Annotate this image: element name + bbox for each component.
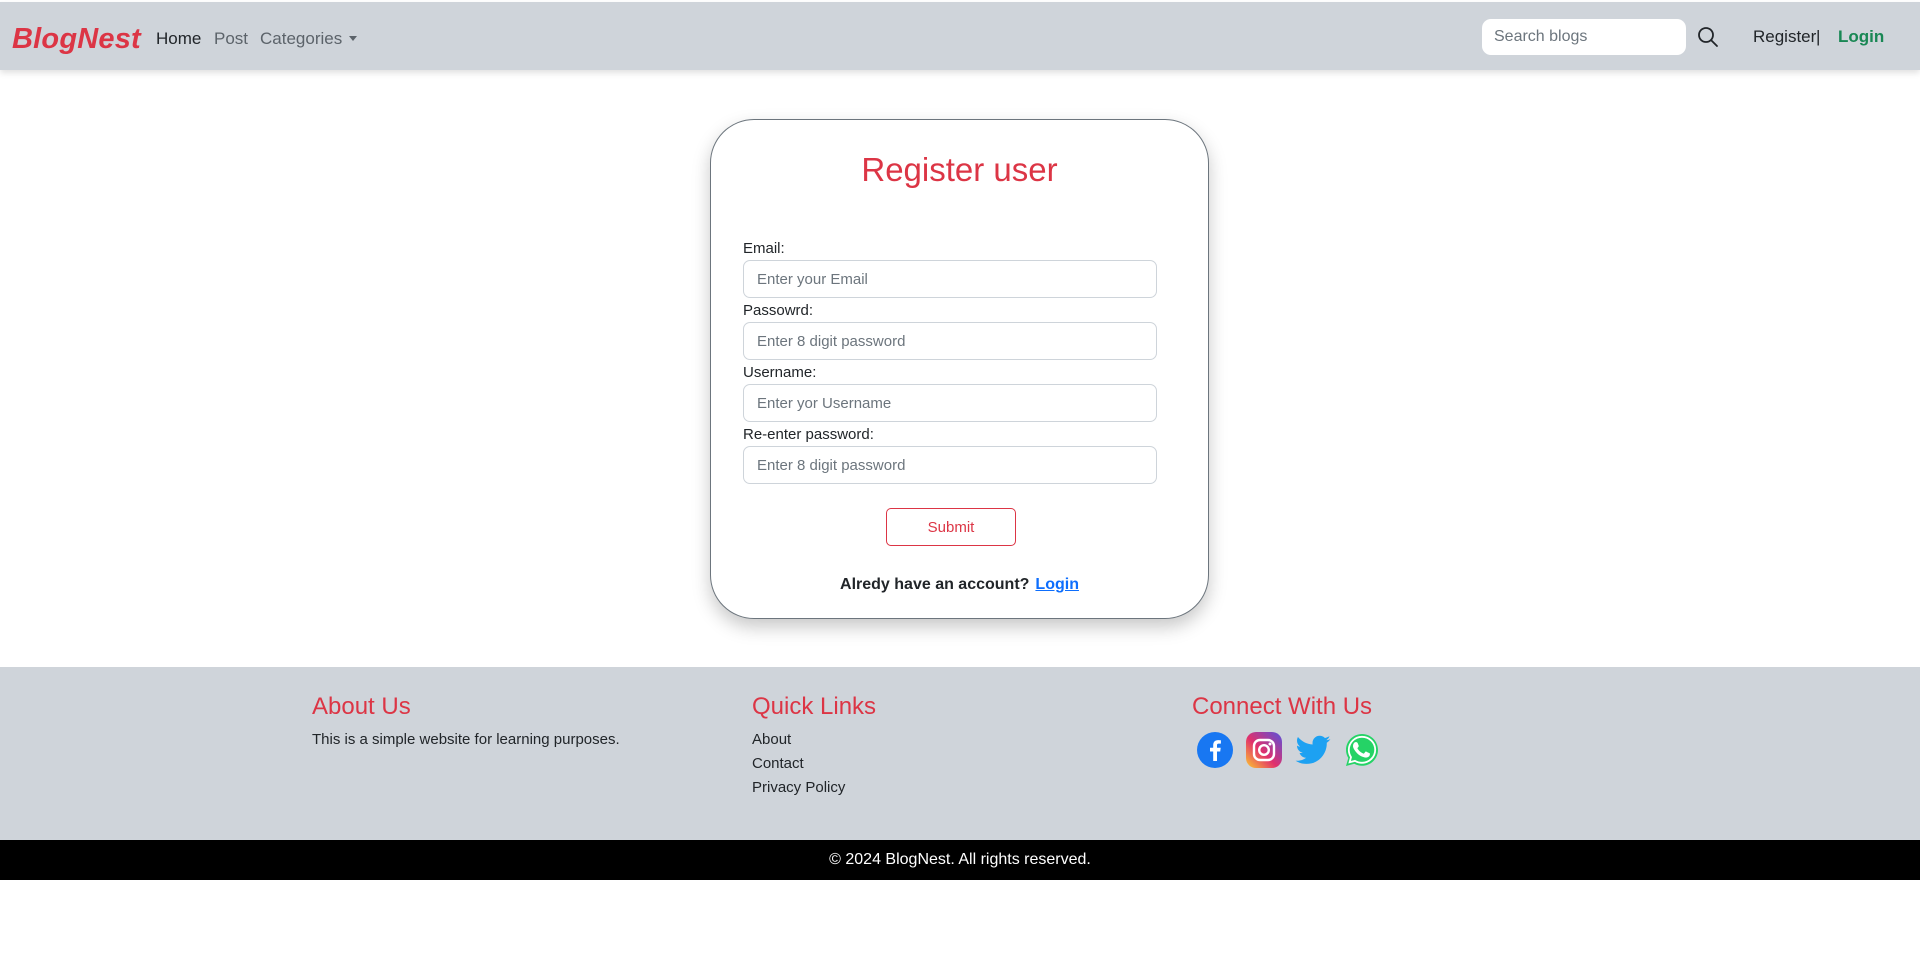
footer-link-privacy[interactable]: Privacy Policy: [752, 779, 845, 797]
about-text: This is a simple website for learning pu…: [312, 731, 620, 748]
account-prompt-text: Alredy have an account?: [840, 576, 1030, 593]
nav-link-categories-label: Categories: [260, 29, 343, 48]
nav-link-post[interactable]: Post: [214, 29, 248, 49]
account-prompt-line: Alredy have an account? Login: [711, 575, 1208, 595]
twitter-icon[interactable]: [1294, 731, 1332, 769]
nav-separator: |: [1816, 27, 1821, 46]
confirm-password-field[interactable]: [743, 446, 1157, 484]
password-field[interactable]: [743, 322, 1157, 360]
login-link-form[interactable]: Login: [1035, 576, 1079, 593]
page-title: Register user: [861, 151, 1058, 188]
navbar: BlogNest Home Post Categories Register |…: [0, 2, 1920, 70]
register-link[interactable]: Register: [1753, 27, 1816, 47]
about-heading: About Us: [312, 693, 411, 720]
login-link[interactable]: Login: [1838, 27, 1884, 47]
caret-down-icon: [349, 36, 358, 41]
username-field[interactable]: [743, 384, 1157, 422]
brand-logo[interactable]: BlogNest: [12, 22, 141, 56]
password-label: Passowrd:: [743, 302, 814, 319]
copyright-bar: © 2024 BlogNest. All rights reserved.: [0, 840, 1920, 880]
confirm-password-label: Re-enter password:: [743, 426, 874, 443]
search-input[interactable]: [1482, 19, 1686, 55]
quick-links-heading: Quick Links: [752, 693, 877, 720]
username-label: Username:: [743, 364, 817, 381]
whatsapp-icon[interactable]: [1343, 731, 1381, 769]
email-label: Email:: [743, 240, 785, 257]
email-field[interactable]: [743, 260, 1157, 298]
footer: About Us This is a simple website for le…: [0, 667, 1920, 840]
search-icon[interactable]: [1697, 26, 1719, 48]
nav-link-categories[interactable]: Categories: [260, 29, 358, 49]
register-card: Register user Email: Passowrd: Username:…: [710, 119, 1209, 619]
connect-heading: Connect With Us: [1192, 693, 1373, 720]
footer-link-contact[interactable]: Contact: [752, 755, 804, 773]
footer-link-about[interactable]: About: [752, 731, 791, 749]
submit-button[interactable]: Submit: [886, 508, 1016, 546]
instagram-icon[interactable]: [1245, 731, 1283, 769]
nav-link-home[interactable]: Home: [156, 29, 201, 49]
facebook-icon[interactable]: [1196, 731, 1234, 769]
